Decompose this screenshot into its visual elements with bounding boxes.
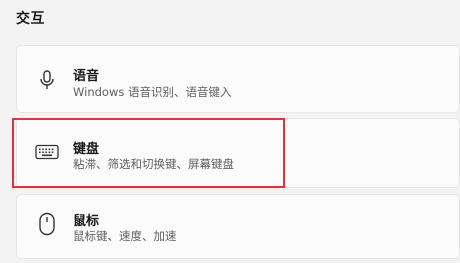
settings-item-title: 键盘 [73, 142, 100, 157]
settings-item-title: 鼠标 [73, 214, 100, 229]
settings-item-keyboard[interactable]: 键盘 粘滞、筛选和切换键、屏幕键盘 [16, 118, 460, 188]
settings-item-speech[interactable]: 语音 Windows 语音识别、语音键入 [16, 45, 460, 113]
settings-item-subtitle: Windows 语音识别、语音键入 [73, 85, 232, 99]
settings-page: 交互 语音 Windows 语音识别、语音键入 键盘 粘滞、筛选和切换键、屏幕键… [0, 0, 460, 263]
microphone-icon [33, 66, 61, 94]
section-title: 交互 [16, 11, 45, 27]
settings-item-mouse[interactable]: 鼠标 鼠标键、速度、加速 [16, 194, 460, 259]
settings-item-subtitle: 鼠标键、速度、加速 [73, 229, 177, 243]
mouse-icon [33, 210, 61, 238]
settings-item-subtitle: 粘滞、筛选和切换键、屏幕键盘 [73, 157, 234, 171]
keyboard-icon [33, 138, 61, 166]
settings-item-title: 语音 [73, 69, 100, 84]
